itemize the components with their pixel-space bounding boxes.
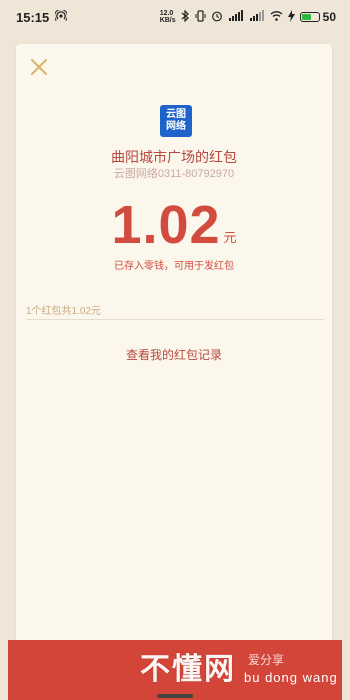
red-packet-card: 云图 网络 曲阳城市广场的红包 云图网络0311-80792970 1.02 元…: [16, 44, 332, 664]
hotspot-icon: [54, 8, 69, 25]
logo-line2: 网络: [166, 121, 186, 132]
signal-icon-2: [249, 9, 265, 25]
watermark-title: 不懂网: [140, 653, 236, 686]
watermark-tagline: 爱分享: [248, 653, 285, 667]
charging-icon: [287, 9, 295, 25]
alarm-icon: [211, 10, 223, 25]
divider: [26, 319, 324, 320]
status-time: 15:15: [16, 9, 50, 25]
network-speed: 12.0 KB/s: [159, 10, 176, 24]
status-left: 15:15: [16, 8, 69, 25]
battery-indicator: 50: [299, 10, 336, 24]
battery-level: 50: [322, 10, 336, 24]
screen: { "statusbar": { "time": "15:15", "batte…: [0, 0, 350, 700]
sender-logo: 云图 网络: [160, 105, 192, 137]
signal-icon-1: [228, 9, 244, 25]
logo-line1: 云图: [166, 109, 186, 120]
home-indicator[interactable]: [157, 694, 193, 698]
amount-value: 1.02: [111, 195, 221, 255]
status-right: 12.0 KB/s 50: [159, 9, 336, 25]
close-button[interactable]: [28, 56, 50, 78]
red-packet-subtitle: 云图网络0311-80792970: [113, 168, 235, 180]
amount-row: 1.02 元: [16, 196, 332, 254]
deposit-note: 已存入零钱，可用于发红包: [114, 261, 234, 272]
watermark-pinyin: bu dong wang: [244, 670, 338, 685]
battery-icon: [299, 12, 320, 22]
amount-unit: 元: [223, 230, 237, 245]
close-icon: [31, 59, 47, 75]
status-bar: 15:15 12.0 KB/s 50: [0, 0, 350, 34]
vibrate-icon: [195, 9, 206, 25]
wifi-icon: [270, 10, 283, 25]
packet-summary: 1个红包共1.02元: [26, 306, 102, 317]
view-records-link[interactable]: 查看我的红包记录: [16, 346, 332, 363]
red-packet-title: 曲阳城市广场的红包: [111, 149, 237, 165]
bluetooth-icon: [181, 9, 190, 25]
